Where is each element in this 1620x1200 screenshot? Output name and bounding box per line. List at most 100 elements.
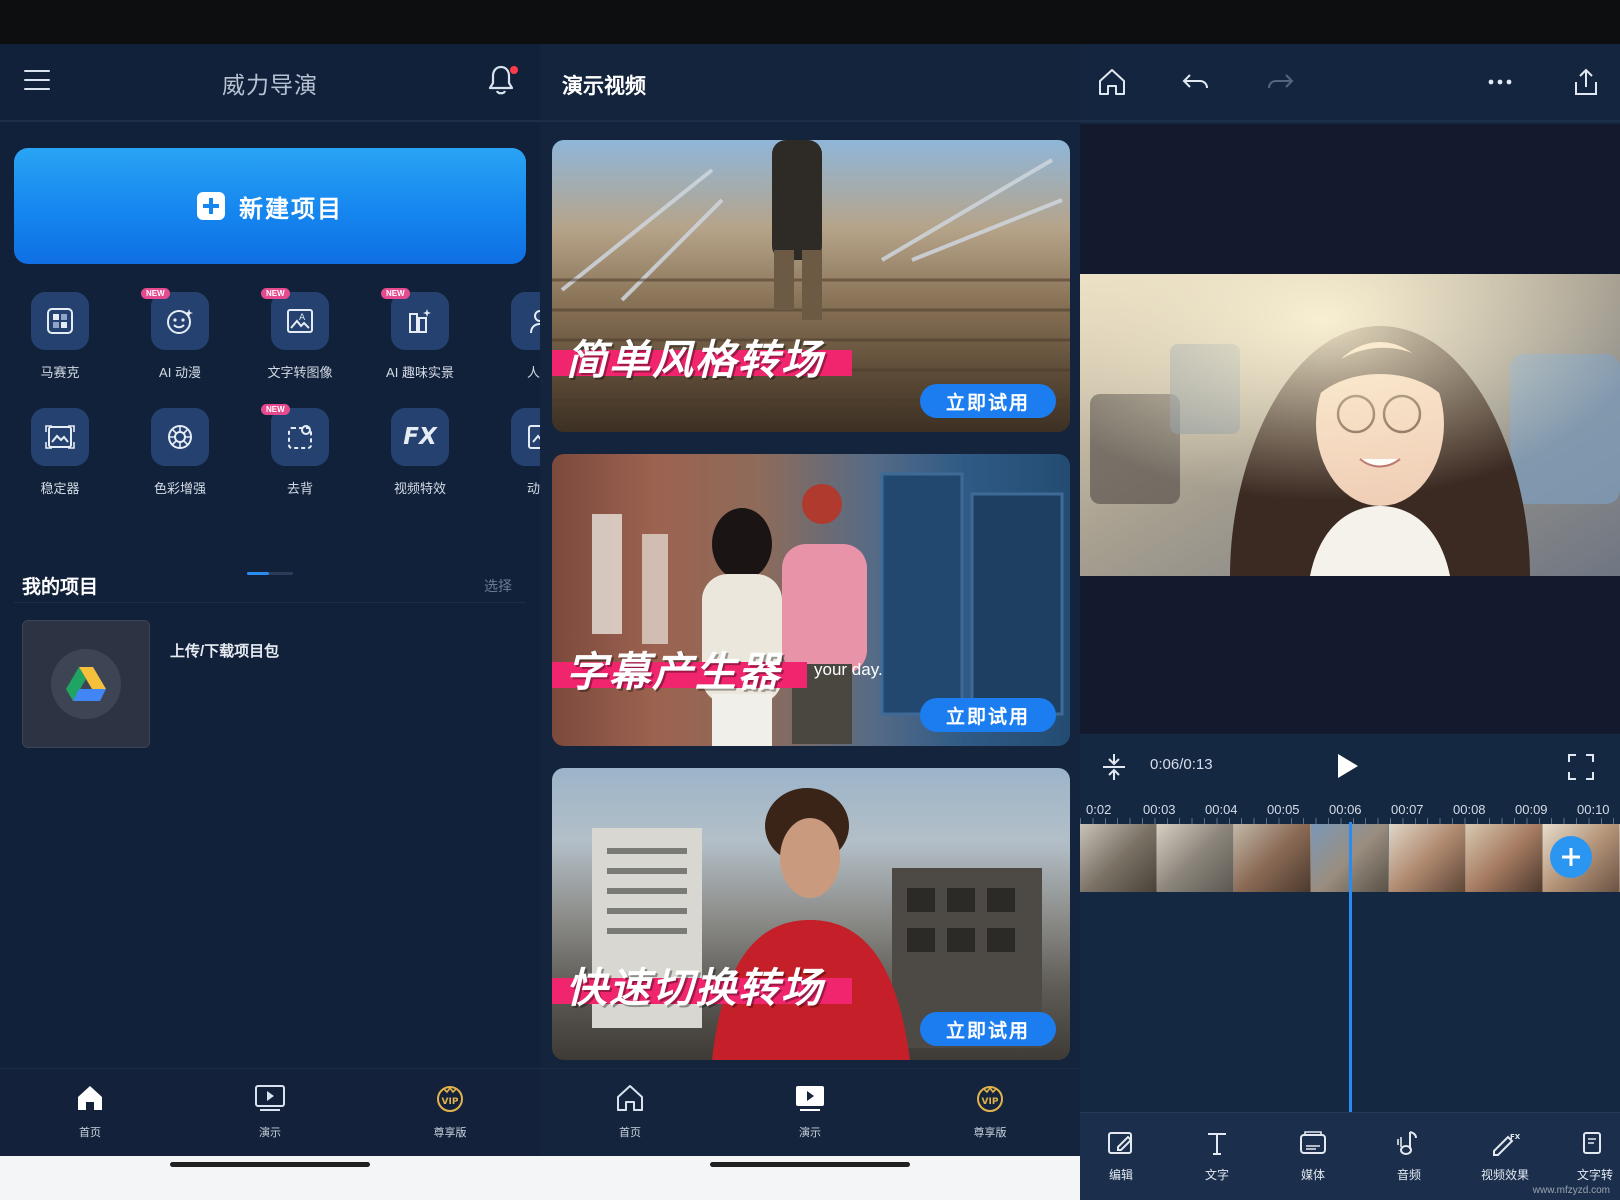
undo-icon[interactable] [1180,66,1214,100]
home-panel: 威力导演 新建项目 马赛克 NEW AI 动漫 NEW A 文字转图像 NEW A… [0,44,540,1200]
ruler-label: 00:04 [1205,802,1238,817]
home-header: 威力导演 [0,44,540,122]
tool-text-to-image[interactable]: NEW A 文字转图像 [250,288,350,381]
nav-vip[interactable]: VIP 尊享版 [945,1083,1035,1140]
ruler-label: 00:06 [1329,802,1362,817]
editor-header [1080,44,1620,122]
timeline-ruler[interactable]: 0:02 00:03 00:04 00:05 00:06 00:07 00:08… [1080,798,1620,824]
demo-card-caption: 字幕产生器 [566,649,781,695]
tool-label: 稳定器 [40,481,80,496]
home-icon [617,1085,643,1111]
notification-bell-icon[interactable] [486,64,520,100]
tool-remove-background[interactable]: NEW 去背 [250,404,350,497]
toolbar-label: 音频 [1396,1168,1421,1182]
nav-demo[interactable]: 演示 [225,1083,315,1140]
home-icon[interactable] [1096,66,1130,100]
demo-card[interactable]: 字幕产生器 your day. 立即试用 [552,454,1070,746]
new-project-button[interactable]: 新建项目 [14,148,526,264]
toolbar-edit[interactable]: 编辑 [1086,1129,1156,1183]
nav-label: 首页 [79,1127,101,1139]
new-badge: NEW [261,288,290,299]
ruler-label: 00:09 [1515,802,1548,817]
toolbar-audio[interactable]: 音频 [1374,1129,1444,1183]
tool-ai-anime[interactable]: NEW AI 动漫 [130,288,230,381]
text-convert-icon [1583,1132,1601,1154]
timecode: 0:06/0:13 [1150,756,1213,773]
tool-anime[interactable]: 动漫 [490,408,540,497]
share-export-icon[interactable] [1570,66,1604,100]
tool-ai-scene[interactable]: NEW AI 趣味实景 [370,288,470,381]
subtitle-overlay-text: your day. [814,660,883,679]
nav-label: 演示 [259,1127,281,1139]
stabilizer-icon [45,425,75,449]
demo-card[interactable]: 简单风格转场 立即试用 [552,140,1070,432]
tool-label: 动漫 [526,481,540,496]
toolbar-media[interactable]: 媒体 [1278,1129,1348,1183]
split-icon[interactable] [1100,752,1128,787]
tool-color-enhance[interactable]: 色彩增强 [130,408,230,497]
more-options-icon[interactable] [1484,66,1518,100]
svg-text:FX: FX [1510,1133,1520,1141]
fullscreen-icon[interactable] [1566,752,1596,787]
toolbar-video-effects[interactable]: FX 视频效果 [1470,1129,1540,1183]
text-icon [1208,1133,1226,1155]
edit-icon [1108,1132,1133,1154]
tool-label: 色彩增强 [153,481,206,496]
anime-icon [528,425,540,449]
new-project-label: 新建项目 [239,195,343,223]
editor-panel: 0:06/0:13 0:02 00:03 00:04 00:05 00:06 0… [1080,44,1620,1200]
tool-label: AI 动漫 [159,365,201,380]
add-clip-button[interactable] [1550,836,1592,878]
nav-vip[interactable]: VIP 尊享版 [405,1083,495,1140]
vip-text: VIP [982,1097,999,1107]
select-button[interactable]: 选择 [484,576,512,596]
project-card-label: 上传/下载项目包 [170,643,280,660]
tool-label: 人物 [526,365,540,380]
clip-thumbnail [1157,824,1235,892]
try-now-button[interactable]: 立即试用 [920,698,1056,732]
home-icon [78,1086,102,1110]
play-icon[interactable] [1332,750,1362,787]
home-indicator [540,1156,1080,1200]
playhead[interactable] [1349,822,1352,1114]
tool-page-indicator [247,572,293,575]
demo-play-icon [796,1086,824,1111]
video-preview[interactable] [1080,274,1620,576]
demo-panel: 演示视频 简单风格转场 立即试用 字幕产生器 your day. 立即试用 快速… [540,44,1080,1200]
nav-home[interactable]: 首页 [585,1083,675,1140]
tool-label: 马赛克 [40,365,80,380]
tool-mosaic[interactable]: 马赛克 [10,292,110,381]
tool-fx[interactable]: FX 视频特效 [370,408,470,497]
demo-card[interactable]: 快速切换转场 立即试用 [552,768,1070,1060]
toolbar-label: 编辑 [1108,1168,1133,1182]
tool-label: 文字转图像 [267,365,333,380]
toolbar-text[interactable]: 文字 [1182,1129,1252,1183]
mosaic-icon [47,308,73,334]
tool-stabilizer[interactable]: 稳定器 [10,408,110,497]
ai-scene-icon [409,309,431,333]
nav-demo[interactable]: 演示 [765,1083,855,1140]
cloud-project-card[interactable] [22,620,150,748]
tool-person[interactable]: 人物 [490,292,540,381]
app-title: 威力导演 [222,72,318,98]
nav-label: 首页 [619,1127,641,1139]
nav-home[interactable]: 首页 [45,1083,135,1140]
home-indicator [0,1156,540,1200]
tool-grid: 马赛克 NEW AI 动漫 NEWA 文字转图像 NEW AI 趣味实景 人物 … [0,288,540,512]
try-now-button[interactable]: 立即试用 [920,384,1056,418]
try-now-button[interactable]: 立即试用 [920,1012,1056,1046]
person-icon [530,310,540,334]
clip-thumbnail [1465,824,1543,892]
editor-toolbar: 编辑 文字 媒体 音频 FX 视频效果 文字转 www.mfzyzd.com [1080,1112,1620,1200]
demo-header: 演示视频 [540,44,1080,122]
vip-crown-icon: VIP [977,1086,1003,1112]
nav-label: 尊享版 [973,1127,1007,1139]
google-drive-icon [66,667,106,701]
bottom-nav: 首页 演示 VIP 尊享版 [540,1068,1080,1156]
redo-icon[interactable] [1264,66,1298,100]
demo-play-icon [255,1085,285,1111]
status-bar [0,0,1620,44]
media-icon [1300,1131,1326,1154]
color-enhance-icon [168,425,192,449]
toolbar-text-convert[interactable]: 文字转 [1560,1129,1620,1183]
